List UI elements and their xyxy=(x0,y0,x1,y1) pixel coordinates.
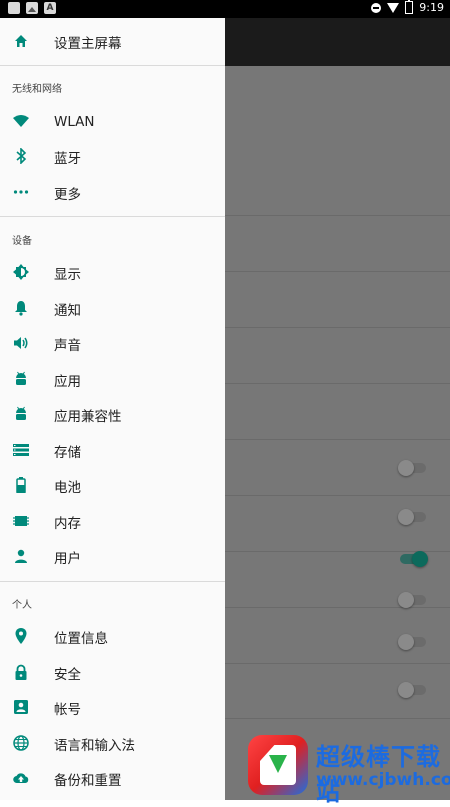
drawer-item-label: 更多 xyxy=(54,186,81,203)
toggle-switch-on[interactable] xyxy=(400,551,428,567)
drawer-item-backup[interactable]: 备份和重置 xyxy=(0,761,225,796)
drawer-item-label: 声音 xyxy=(54,337,81,354)
drawer-item-label: 蓝牙 xyxy=(54,150,81,167)
watermark-url: www.cjbwh.com xyxy=(316,770,450,790)
drawer-item-label: 显示 xyxy=(54,266,81,283)
globe-icon xyxy=(13,735,29,751)
drawer-item-label: 内存 xyxy=(54,515,81,532)
divider xyxy=(0,216,225,217)
drawer-item-more[interactable]: 更多 xyxy=(0,175,225,210)
drawer-item-label: 语言和输入法 xyxy=(54,737,135,754)
wifi-icon xyxy=(13,113,29,129)
background-row xyxy=(225,383,450,384)
drawer-item-notifications[interactable]: 通知 xyxy=(0,291,225,326)
drawer-item-label: 设置主屏幕 xyxy=(54,35,122,52)
lock-icon xyxy=(13,664,29,680)
notification-icon xyxy=(8,2,20,14)
drawer-item-display[interactable]: 显示 xyxy=(0,255,225,290)
drawer-item-users[interactable]: 用户 xyxy=(0,539,225,574)
toggle-switch[interactable] xyxy=(398,460,426,476)
drawer-item-label: 用户 xyxy=(54,550,81,567)
brightness-icon xyxy=(13,264,29,280)
section-header-device: 设备 xyxy=(12,236,32,247)
drawer-item-sound[interactable]: 声音 xyxy=(0,326,225,361)
divider xyxy=(0,581,225,582)
navigation-drawer: 设置主屏幕 无线和网络 WLAN 蓝牙 更多 设备 显示 通知 声音 应用 应用… xyxy=(0,18,225,800)
wifi-status-icon xyxy=(387,2,400,13)
background-row xyxy=(225,718,450,719)
drawer-item-label: 位置信息 xyxy=(54,630,108,647)
drawer-item-label: 备份和重置 xyxy=(54,772,122,789)
drawer-item-home[interactable]: 设置主屏幕 xyxy=(0,24,225,59)
section-header-personal: 个人 xyxy=(12,600,32,611)
drawer-item-label: WLAN xyxy=(54,113,95,130)
more-dots-icon xyxy=(13,184,29,200)
divider xyxy=(0,65,225,66)
android-icon xyxy=(13,406,29,422)
drawer-item-memory[interactable]: 内存 xyxy=(0,504,225,539)
background-row xyxy=(225,215,450,216)
toggle-switch[interactable] xyxy=(398,634,426,650)
drawer-item-label: 电池 xyxy=(54,479,81,496)
volume-icon xyxy=(13,335,29,351)
toggle-switch[interactable] xyxy=(398,682,426,698)
background-row xyxy=(225,327,450,328)
memory-chip-icon xyxy=(13,513,29,529)
drawer-item-label: 应用 xyxy=(54,373,81,390)
background-toolbar xyxy=(225,18,450,66)
drawer-item-label: 存储 xyxy=(54,444,81,461)
android-icon xyxy=(13,371,29,387)
bell-icon xyxy=(13,300,29,316)
background-settings-screen[interactable] xyxy=(225,18,450,800)
clock: 9:19 xyxy=(419,1,444,14)
drawer-item-security[interactable]: 安全 xyxy=(0,655,225,690)
bluetooth-icon xyxy=(13,148,29,164)
battery-status-icon xyxy=(405,0,414,14)
location-pin-icon xyxy=(13,628,29,644)
drawer-item-wlan[interactable]: WLAN xyxy=(0,104,225,139)
drawer-item-app-compat[interactable]: 应用兼容性 xyxy=(0,397,225,432)
background-row xyxy=(225,495,450,496)
drawer-item-bluetooth[interactable]: 蓝牙 xyxy=(0,139,225,174)
account-box-icon xyxy=(13,699,29,715)
drawer-item-label: 应用兼容性 xyxy=(54,408,122,425)
storage-icon xyxy=(13,442,29,458)
drawer-item-accounts[interactable]: 帐号 xyxy=(0,690,225,725)
text-notification-icon: A xyxy=(44,2,56,14)
do-not-disturb-icon xyxy=(371,2,382,13)
drawer-item-label: 通知 xyxy=(54,302,81,319)
drawer-item-battery[interactable]: 电池 xyxy=(0,468,225,503)
person-icon xyxy=(13,548,29,564)
toggle-switch[interactable] xyxy=(398,592,426,608)
cloud-upload-icon xyxy=(13,770,29,786)
battery-icon xyxy=(13,477,29,493)
drawer-item-label: 安全 xyxy=(54,666,81,683)
image-notification-icon xyxy=(26,2,38,14)
background-row xyxy=(225,607,450,608)
watermark-logo xyxy=(248,735,308,795)
drawer-item-language[interactable]: 语言和输入法 xyxy=(0,726,225,761)
background-row xyxy=(225,439,450,440)
section-header-wireless: 无线和网络 xyxy=(12,84,62,95)
drawer-item-label: 帐号 xyxy=(54,701,81,718)
background-row xyxy=(225,663,450,664)
background-row xyxy=(225,271,450,272)
drawer-item-storage[interactable]: 存储 xyxy=(0,433,225,468)
drawer-item-apps[interactable]: 应用 xyxy=(0,362,225,397)
home-icon xyxy=(13,33,29,49)
toggle-switch[interactable] xyxy=(398,509,426,525)
drawer-item-location[interactable]: 位置信息 xyxy=(0,619,225,654)
watermark: 超级棒下载站 www.cjbwh.com xyxy=(248,733,450,806)
status-bar: A 9:19 xyxy=(0,0,450,18)
